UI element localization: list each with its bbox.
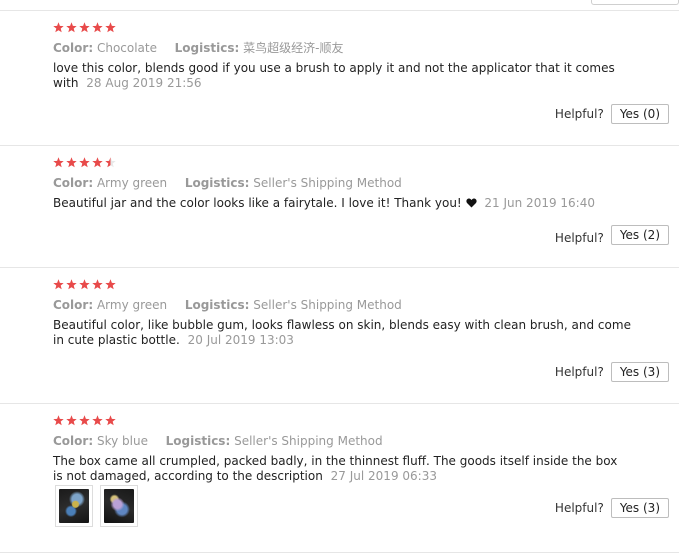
logistics-value: Seller's Shipping Method xyxy=(253,298,402,312)
helpful-row: Helpful? Yes (3) xyxy=(555,362,669,382)
color-value: Army green xyxy=(96,176,168,190)
helpful-label: Helpful? xyxy=(554,501,604,515)
review-photo-thumbnail[interactable] xyxy=(100,485,138,527)
review-text: Beautiful jar and the color looks like a… xyxy=(53,196,643,211)
logistics-label: Logistics: xyxy=(184,298,250,312)
star-full-icon xyxy=(66,22,77,33)
review-item: Color: Army green Logistics: Seller's Sh… xyxy=(0,146,679,268)
review-date: 27 Jul 2019 06:33 xyxy=(330,469,437,483)
review-date: 28 Aug 2019 21:56 xyxy=(86,76,202,90)
logistics-label: Logistics: xyxy=(165,434,231,448)
review-date: 20 Jul 2019 13:03 xyxy=(187,333,294,347)
star-full-icon xyxy=(66,415,77,426)
color-value: Chocolate xyxy=(96,41,157,55)
review-item: Color: Army green Logistics: Seller's Sh… xyxy=(0,268,679,404)
star-full-icon xyxy=(53,157,64,168)
review-item: Color: Sky blue Logistics: Seller's Ship… xyxy=(0,404,679,553)
review-meta: Color: Sky blue Logistics: Seller's Ship… xyxy=(53,433,383,449)
star-full-icon xyxy=(105,279,116,290)
logistics-value: 菜鸟超级经济-顺友 xyxy=(243,41,344,55)
color-value: Sky blue xyxy=(96,434,148,448)
star-full-icon xyxy=(92,279,103,290)
logistics-value: Seller's Shipping Method xyxy=(234,434,383,448)
star-full-icon xyxy=(53,22,64,33)
review-list: Color: Chocolate Logistics: 菜鸟超级经济-顺友 lo… xyxy=(0,11,679,553)
helpful-row: Helpful? Yes (2) xyxy=(555,225,669,245)
top-divider xyxy=(0,0,679,11)
color-label: Color: xyxy=(53,176,94,190)
review-item: Color: Chocolate Logistics: 菜鸟超级经济-顺友 lo… xyxy=(0,11,679,146)
star-half-icon xyxy=(105,157,116,168)
review-photos xyxy=(55,485,138,527)
star-rating xyxy=(53,415,116,429)
star-rating xyxy=(53,279,116,293)
helpful-label: Helpful? xyxy=(554,231,604,245)
review-text: Beautiful color, like bubble gum, looks … xyxy=(53,318,638,348)
helpful-row: Helpful? Yes (3) xyxy=(555,498,669,518)
yes-helpful-button[interactable]: Yes (0) xyxy=(610,104,669,124)
helpful-label: Helpful? xyxy=(554,365,604,379)
color-label: Color: xyxy=(53,434,94,448)
star-full-icon xyxy=(79,415,90,426)
logistics-value: Seller's Shipping Method xyxy=(253,176,402,190)
review-meta: Color: Army green Logistics: Seller's Sh… xyxy=(53,175,402,191)
logistics-label: Logistics: xyxy=(184,176,250,190)
star-full-icon xyxy=(53,279,64,290)
star-rating xyxy=(53,22,116,36)
review-text: The box came all crumpled, packed badly,… xyxy=(53,454,628,484)
review-text: love this color, blends good if you use … xyxy=(53,61,643,91)
yes-helpful-button[interactable]: Yes (2) xyxy=(610,225,669,245)
review-meta: Color: Army green Logistics: Seller's Sh… xyxy=(53,297,402,313)
star-full-icon xyxy=(92,157,103,168)
star-full-icon xyxy=(92,415,103,426)
star-full-icon xyxy=(105,415,116,426)
star-full-icon xyxy=(92,22,103,33)
star-full-icon xyxy=(79,157,90,168)
review-body: Beautiful jar and the color looks like a… xyxy=(53,196,462,210)
review-meta: Color: Chocolate Logistics: 菜鸟超级经济-顺友 xyxy=(53,40,343,56)
color-value: Army green xyxy=(96,298,168,312)
yes-helpful-button[interactable]: Yes (3) xyxy=(610,362,669,382)
star-full-icon xyxy=(53,415,64,426)
star-full-icon xyxy=(79,22,90,33)
heart-icon xyxy=(465,198,477,208)
sort-dropdown-edge[interactable] xyxy=(591,0,679,5)
review-photo-thumbnail[interactable] xyxy=(55,485,93,527)
review-body: Beautiful color, like bubble gum, looks … xyxy=(53,318,631,347)
yes-helpful-button[interactable]: Yes (3) xyxy=(610,498,669,518)
color-label: Color: xyxy=(53,298,94,312)
star-full-icon xyxy=(79,279,90,290)
star-full-icon xyxy=(105,22,116,33)
star-rating xyxy=(53,157,116,171)
star-full-icon xyxy=(66,279,77,290)
helpful-row: Helpful? Yes (0) xyxy=(555,104,669,124)
helpful-label: Helpful? xyxy=(554,107,604,121)
color-label: Color: xyxy=(53,41,94,55)
logistics-label: Logistics: xyxy=(174,41,240,55)
review-date: 21 Jun 2019 16:40 xyxy=(484,196,595,210)
star-full-icon xyxy=(66,157,77,168)
